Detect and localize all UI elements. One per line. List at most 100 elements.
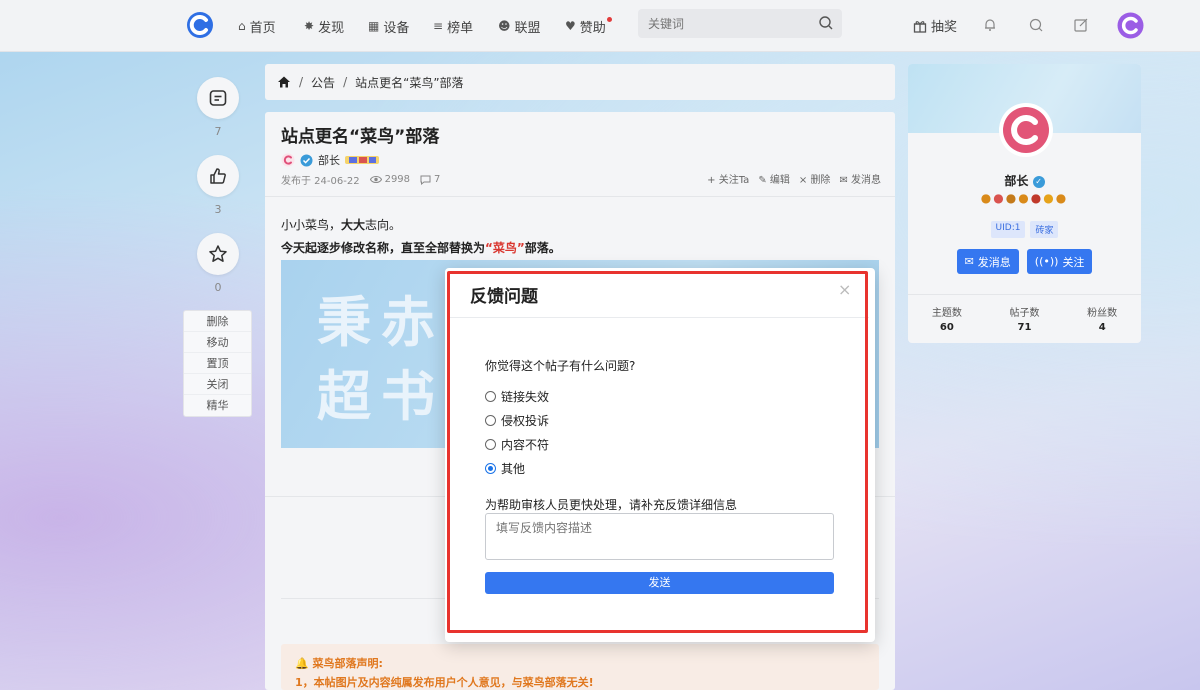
post-paragraph: 今天起逐步修改名称，直至全部替换为“菜鸟”部落。 (281, 241, 561, 255)
medal-icon: ● (1030, 191, 1044, 205)
search-icon[interactable] (818, 15, 834, 31)
chart-icon: ≡ (433, 19, 444, 33)
breadcrumb-section[interactable]: 公告 (311, 74, 335, 91)
author-profile-card: 部长 ✓ ●●●●●●● UID:1 砖家 ✉ 发消息 ((•)) 关注 主题数… (908, 64, 1141, 343)
site-notice: 🔔 菜鸟部落声明: 1，本帖图片及内容纯属发布用户个人意见，与菜鸟部落无关! (281, 644, 879, 690)
profile-follow-button[interactable]: ((•)) 关注 (1026, 249, 1093, 274)
eye-icon (369, 176, 382, 183)
stat-topics[interactable]: 主题数 60 (908, 304, 986, 333)
bell-icon[interactable] (982, 17, 998, 33)
comment-count: 7 (214, 125, 222, 138)
post-title: 站点更名“菜鸟”部落 (281, 127, 440, 147)
post-actions: + 关注Ta ✎ 编辑 × 删除 ✉ 发消息 (707, 171, 881, 186)
comment-icon (420, 175, 431, 185)
comment-button[interactable] (197, 77, 239, 119)
notice-title: 🔔 菜鸟部落声明: (295, 657, 383, 670)
compass-icon: ✸ (304, 19, 315, 33)
radio-button[interactable] (485, 415, 496, 426)
chat-icon: ✉ (964, 255, 974, 268)
medal-badge-icon (345, 156, 379, 164)
uid-tag: UID:1 (990, 221, 1026, 238)
like-button[interactable] (197, 155, 239, 197)
divider (265, 196, 895, 197)
site-logo-icon[interactable] (186, 11, 214, 39)
verified-icon: ✓ (1032, 175, 1045, 188)
nav-sponsor[interactable]: ♥ 赞助 (565, 17, 612, 36)
post-meta: 发布于 24-06-22 2998 7 (281, 172, 440, 187)
favorite-button[interactable] (197, 233, 239, 275)
profile-avatar[interactable] (999, 103, 1053, 157)
option-other[interactable]: 其他 (485, 460, 525, 477)
radio-button[interactable] (485, 391, 496, 402)
admin-delete[interactable]: 删除 (184, 311, 251, 332)
bell-icon: 🔔 (295, 657, 313, 670)
edit-icon[interactable] (1073, 17, 1089, 33)
user-avatar[interactable] (1117, 12, 1144, 39)
verified-icon (300, 154, 313, 166)
favorite-count: 0 (214, 281, 222, 294)
option-content-mismatch[interactable]: 内容不符 (485, 436, 549, 453)
nav-alliance[interactable]: ☻ 联盟 (498, 17, 541, 36)
mail-icon: ✉ (839, 175, 851, 186)
search-input[interactable] (638, 9, 842, 38)
send-message-button[interactable]: ✉ 发消息 (839, 171, 881, 186)
breadcrumb-separator: / (299, 75, 304, 89)
people-icon: ☻ (498, 19, 511, 33)
follow-author-button[interactable]: + 关注Ta (707, 171, 749, 186)
question-label: 你觉得这个帖子有什么问题? (485, 359, 636, 373)
admin-move[interactable]: 移动 (184, 332, 251, 353)
close-icon: × (798, 175, 811, 186)
like-count: 3 (214, 203, 222, 216)
nav-discover[interactable]: ✸ 发现 (304, 17, 344, 36)
modal-title: 反馈问题 (470, 287, 538, 307)
divider (908, 294, 1141, 295)
post-paragraph: 小小菜鸟，大大志向。 (281, 218, 402, 232)
profile-message-button[interactable]: ✉ 发消息 (956, 249, 1019, 274)
breadcrumb-current: 站点更名“菜鸟”部落 (355, 75, 464, 90)
author-avatar[interactable] (281, 153, 295, 167)
admin-feature[interactable]: 精华 (184, 395, 251, 416)
image-caption: 秉赤 (317, 290, 445, 354)
publish-date: 发布于 24-06-22 (281, 176, 360, 187)
stat-followers[interactable]: 粉丝数 4 (1063, 304, 1141, 333)
thumbs-up-icon (210, 168, 226, 184)
admin-menu: 删除 移动 置顶 关闭 精华 (183, 310, 252, 417)
radio-button[interactable] (485, 439, 496, 450)
option-broken-link[interactable]: 链接失效 (485, 388, 549, 405)
feedback-detail-textarea[interactable] (485, 513, 834, 560)
post-author-row: 部长 (281, 152, 379, 168)
medal-icon: ● (993, 191, 1006, 205)
author-name[interactable]: 部长 (318, 152, 340, 168)
edit-post-button[interactable]: ✎ 编辑 (758, 171, 790, 186)
home-icon[interactable] (277, 75, 291, 89)
admin-close[interactable]: 关闭 (184, 374, 251, 395)
comment-icon (209, 90, 227, 106)
nav-home[interactable]: ⌂ 首页 (238, 17, 276, 36)
profile-tags: UID:1 砖家 (908, 221, 1141, 238)
divider (448, 317, 869, 318)
search-user-icon[interactable] (1028, 17, 1044, 33)
notification-dot (606, 17, 612, 22)
nav-devices[interactable]: ▦ 设备 (368, 17, 409, 36)
radio-button-selected[interactable] (485, 463, 496, 474)
devices-icon: ▦ (368, 19, 380, 33)
breadcrumb: / 公告 / 站点更名“菜鸟”部落 (265, 64, 895, 100)
stat-posts[interactable]: 帖子数 71 (986, 304, 1064, 333)
lottery-link[interactable]: 抽奖 (913, 16, 957, 35)
broadcast-icon: ((•)) (1034, 255, 1059, 268)
feedback-modal: 反馈问题 × 你觉得这个帖子有什么问题? 链接失效 侵权投诉 内容不符 其他 为… (445, 268, 875, 642)
nav-rankings[interactable]: ≡ 榜单 (433, 17, 473, 36)
avatar-logo-icon (1003, 107, 1049, 153)
send-button[interactable]: 发送 (485, 572, 834, 594)
sponsor-icon: ♥ (565, 19, 576, 33)
profile-buttons: ✉ 发消息 ((•)) 关注 (908, 249, 1141, 274)
medal-icon: ● (1005, 191, 1019, 205)
breadcrumb-separator: / (343, 75, 348, 89)
top-navbar: ⌂ 首页 ✸ 发现 ▦ 设备 ≡ 榜单 ☻ 联盟 ♥ 赞助 抽奖 (0, 0, 1200, 52)
close-icon[interactable]: × (838, 280, 851, 299)
admin-pin[interactable]: 置顶 (184, 353, 251, 374)
profile-name-row: 部长 ✓ (908, 172, 1141, 189)
option-infringement[interactable]: 侵权投诉 (485, 412, 549, 429)
profile-stats: 主题数 60 帖子数 71 粉丝数 4 (908, 304, 1141, 333)
delete-post-button[interactable]: × 删除 (799, 171, 831, 186)
